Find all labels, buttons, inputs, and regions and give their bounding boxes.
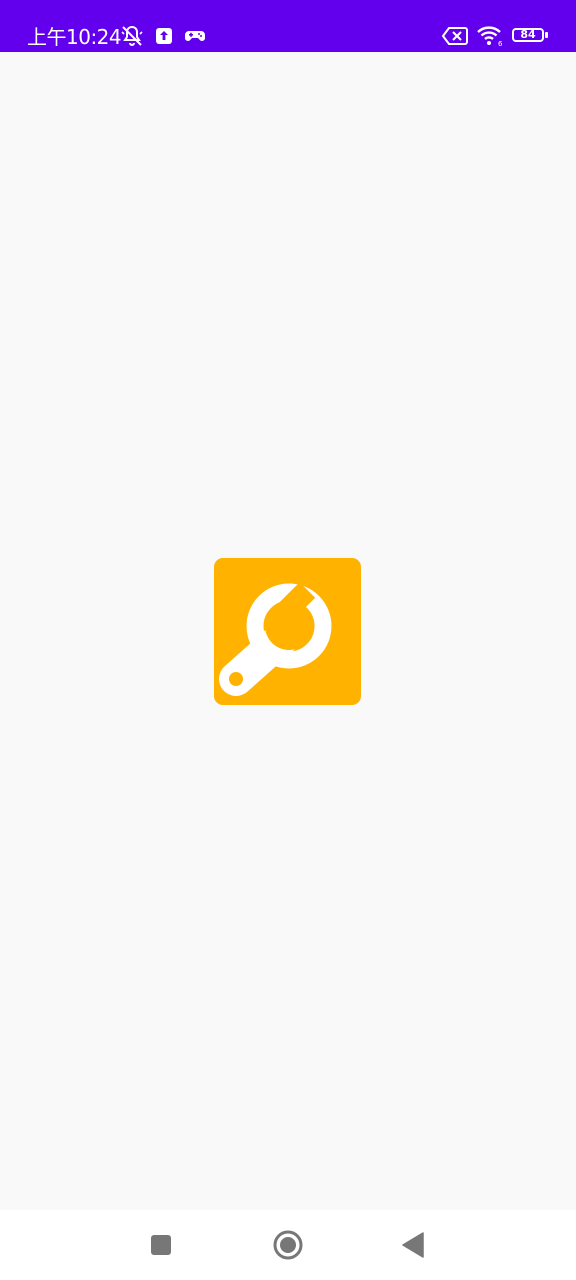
status-left-icons	[120, 23, 206, 49]
recent-apps-button[interactable]	[143, 1227, 179, 1263]
back-button[interactable]	[395, 1227, 431, 1263]
battery-level: 84	[520, 28, 536, 41]
status-time: 上午10:24	[27, 25, 122, 49]
back-icon	[401, 1232, 425, 1258]
recent-apps-icon	[150, 1234, 172, 1256]
wrench-icon	[214, 558, 361, 705]
gamepad-icon	[184, 26, 206, 46]
sim-error-icon	[442, 26, 468, 46]
status-right-icons: 6 84	[442, 23, 548, 49]
navigation-bar	[0, 1210, 576, 1280]
muted-bell-icon	[120, 24, 144, 48]
home-button[interactable]	[270, 1227, 306, 1263]
status-bar: 上午10:24 6 84	[0, 0, 576, 52]
upload-icon	[154, 26, 174, 46]
splash-screen	[0, 52, 576, 1210]
home-icon	[272, 1229, 304, 1261]
svg-text:6: 6	[498, 40, 503, 47]
battery-icon: 84	[512, 28, 548, 44]
wifi-icon: 6	[476, 25, 504, 47]
